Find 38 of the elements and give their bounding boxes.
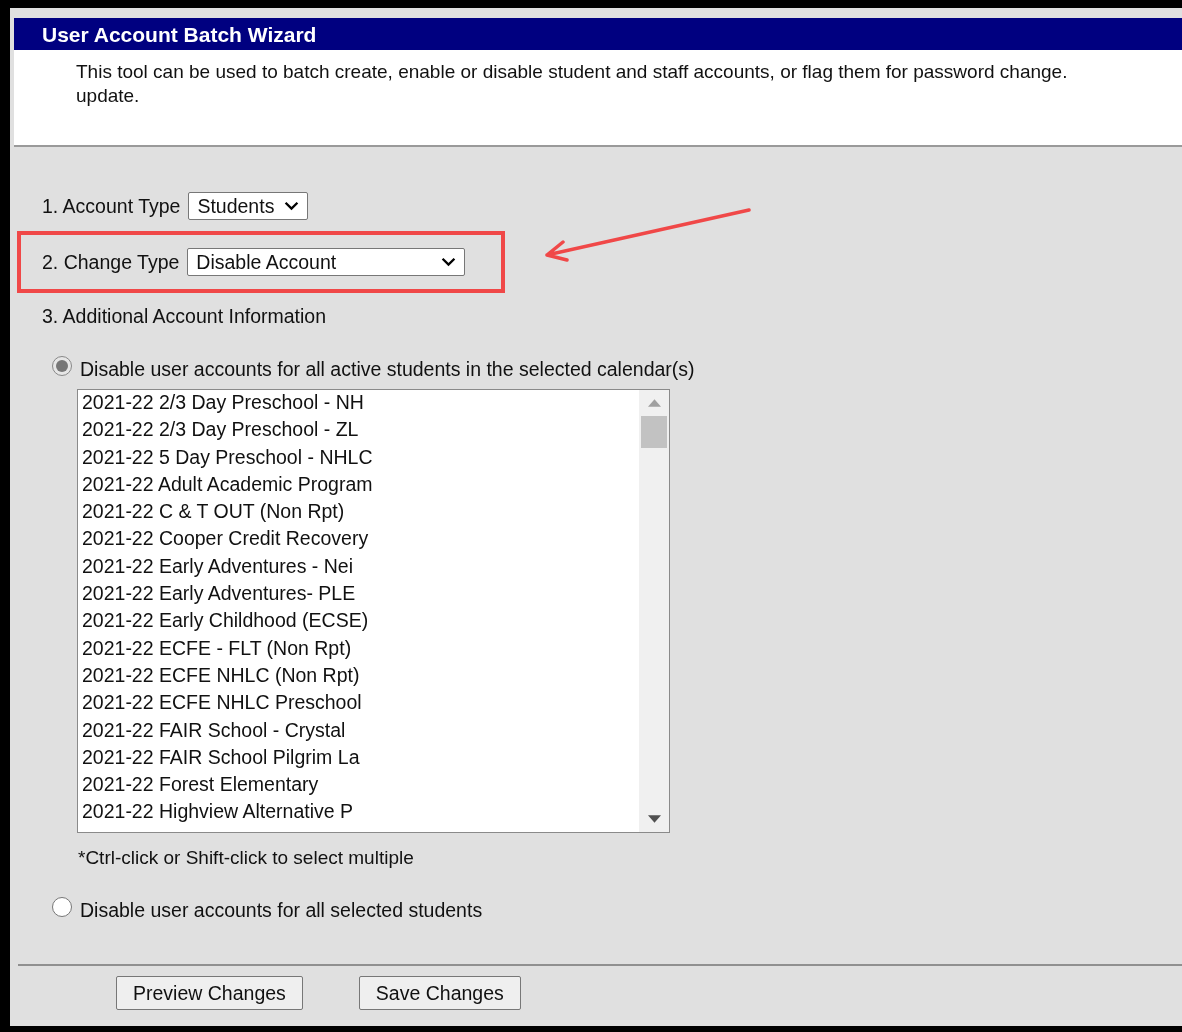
dropdown[interactable]: Disable Account <box>187 248 466 276</box>
window-title: User Account Batch Wizard <box>14 18 1182 50</box>
option-label: Disable user accounts for all active students in the selected calendar(s) <box>80 358 695 381</box>
list-item[interactable]: 2021-22 2/3 Day Preschool - ZL <box>82 417 639 445</box>
list-item[interactable]: 2021-22 FAIR School - Crystal <box>82 717 639 745</box>
section-label: 3. Additional Account Information <box>42 305 328 328</box>
radio-button[interactable] <box>52 355 72 376</box>
list-item[interactable]: 2021-22 Highview Alternative P <box>82 799 639 827</box>
preview-button[interactable]: Preview Changes <box>116 976 303 1010</box>
scroll-down-icon[interactable] <box>647 815 661 823</box>
list-item[interactable]: 2021-22 2/3 Day Preschool - NH <box>82 390 639 418</box>
description-text: This tool can be used to batch create, enable or disable student and staff accounts, or flag them for password change. <box>76 60 1068 84</box>
scroll-thumb[interactable] <box>641 416 667 448</box>
save-button[interactable]: Save Changes <box>358 976 521 1010</box>
list-item[interactable]: 2021-22 ECFE NHLC Preschool <box>82 690 639 718</box>
list-item[interactable]: 2021-22 Forest Elementary <box>82 772 639 800</box>
chevron-down-icon <box>284 201 300 211</box>
list-item[interactable]: 2021-22 ECFE - FLT (Non Rpt) <box>82 635 639 663</box>
list-item[interactable]: 2021-22 Early Adventures- PLE <box>82 581 639 609</box>
field-label: 1. Account Type <box>42 194 181 218</box>
list-item[interactable]: 2021-22 5 Day Preschool - NHLC <box>82 444 639 472</box>
field-label: 2. Change Type <box>42 250 180 274</box>
hint-text: *Ctrl-click or Shift-click to select multiple <box>78 847 415 869</box>
scrollbar[interactable] <box>639 390 669 832</box>
calendar-listbox[interactable] <box>77 389 670 833</box>
option-label: Disable user accounts for all selected students <box>80 899 483 922</box>
description-text: update. <box>76 84 140 108</box>
list-item[interactable]: 2021-22 Cooper Credit Recovery <box>82 526 639 554</box>
list-item[interactable]: 2021-22 ECFE NHLC (Non Rpt) <box>82 662 639 691</box>
chevron-down-icon <box>441 257 457 267</box>
list-item[interactable]: 2021-22 Early Adventures - Nei <box>82 553 639 582</box>
list-item[interactable]: 2021-22 C & T OUT (Non Rpt) <box>82 499 639 527</box>
list-item[interactable]: 2021-22 FAIR School Pilgrim La <box>82 744 639 773</box>
list-item[interactable]: 2021-22 Early Childhood (ECSE) <box>82 608 639 636</box>
scroll-up-icon[interactable] <box>647 399 661 407</box>
dropdown[interactable]: Students <box>188 192 309 220</box>
list-item[interactable]: 2021-22 Adult Academic Program <box>82 471 639 500</box>
radio-button[interactable] <box>52 896 72 917</box>
